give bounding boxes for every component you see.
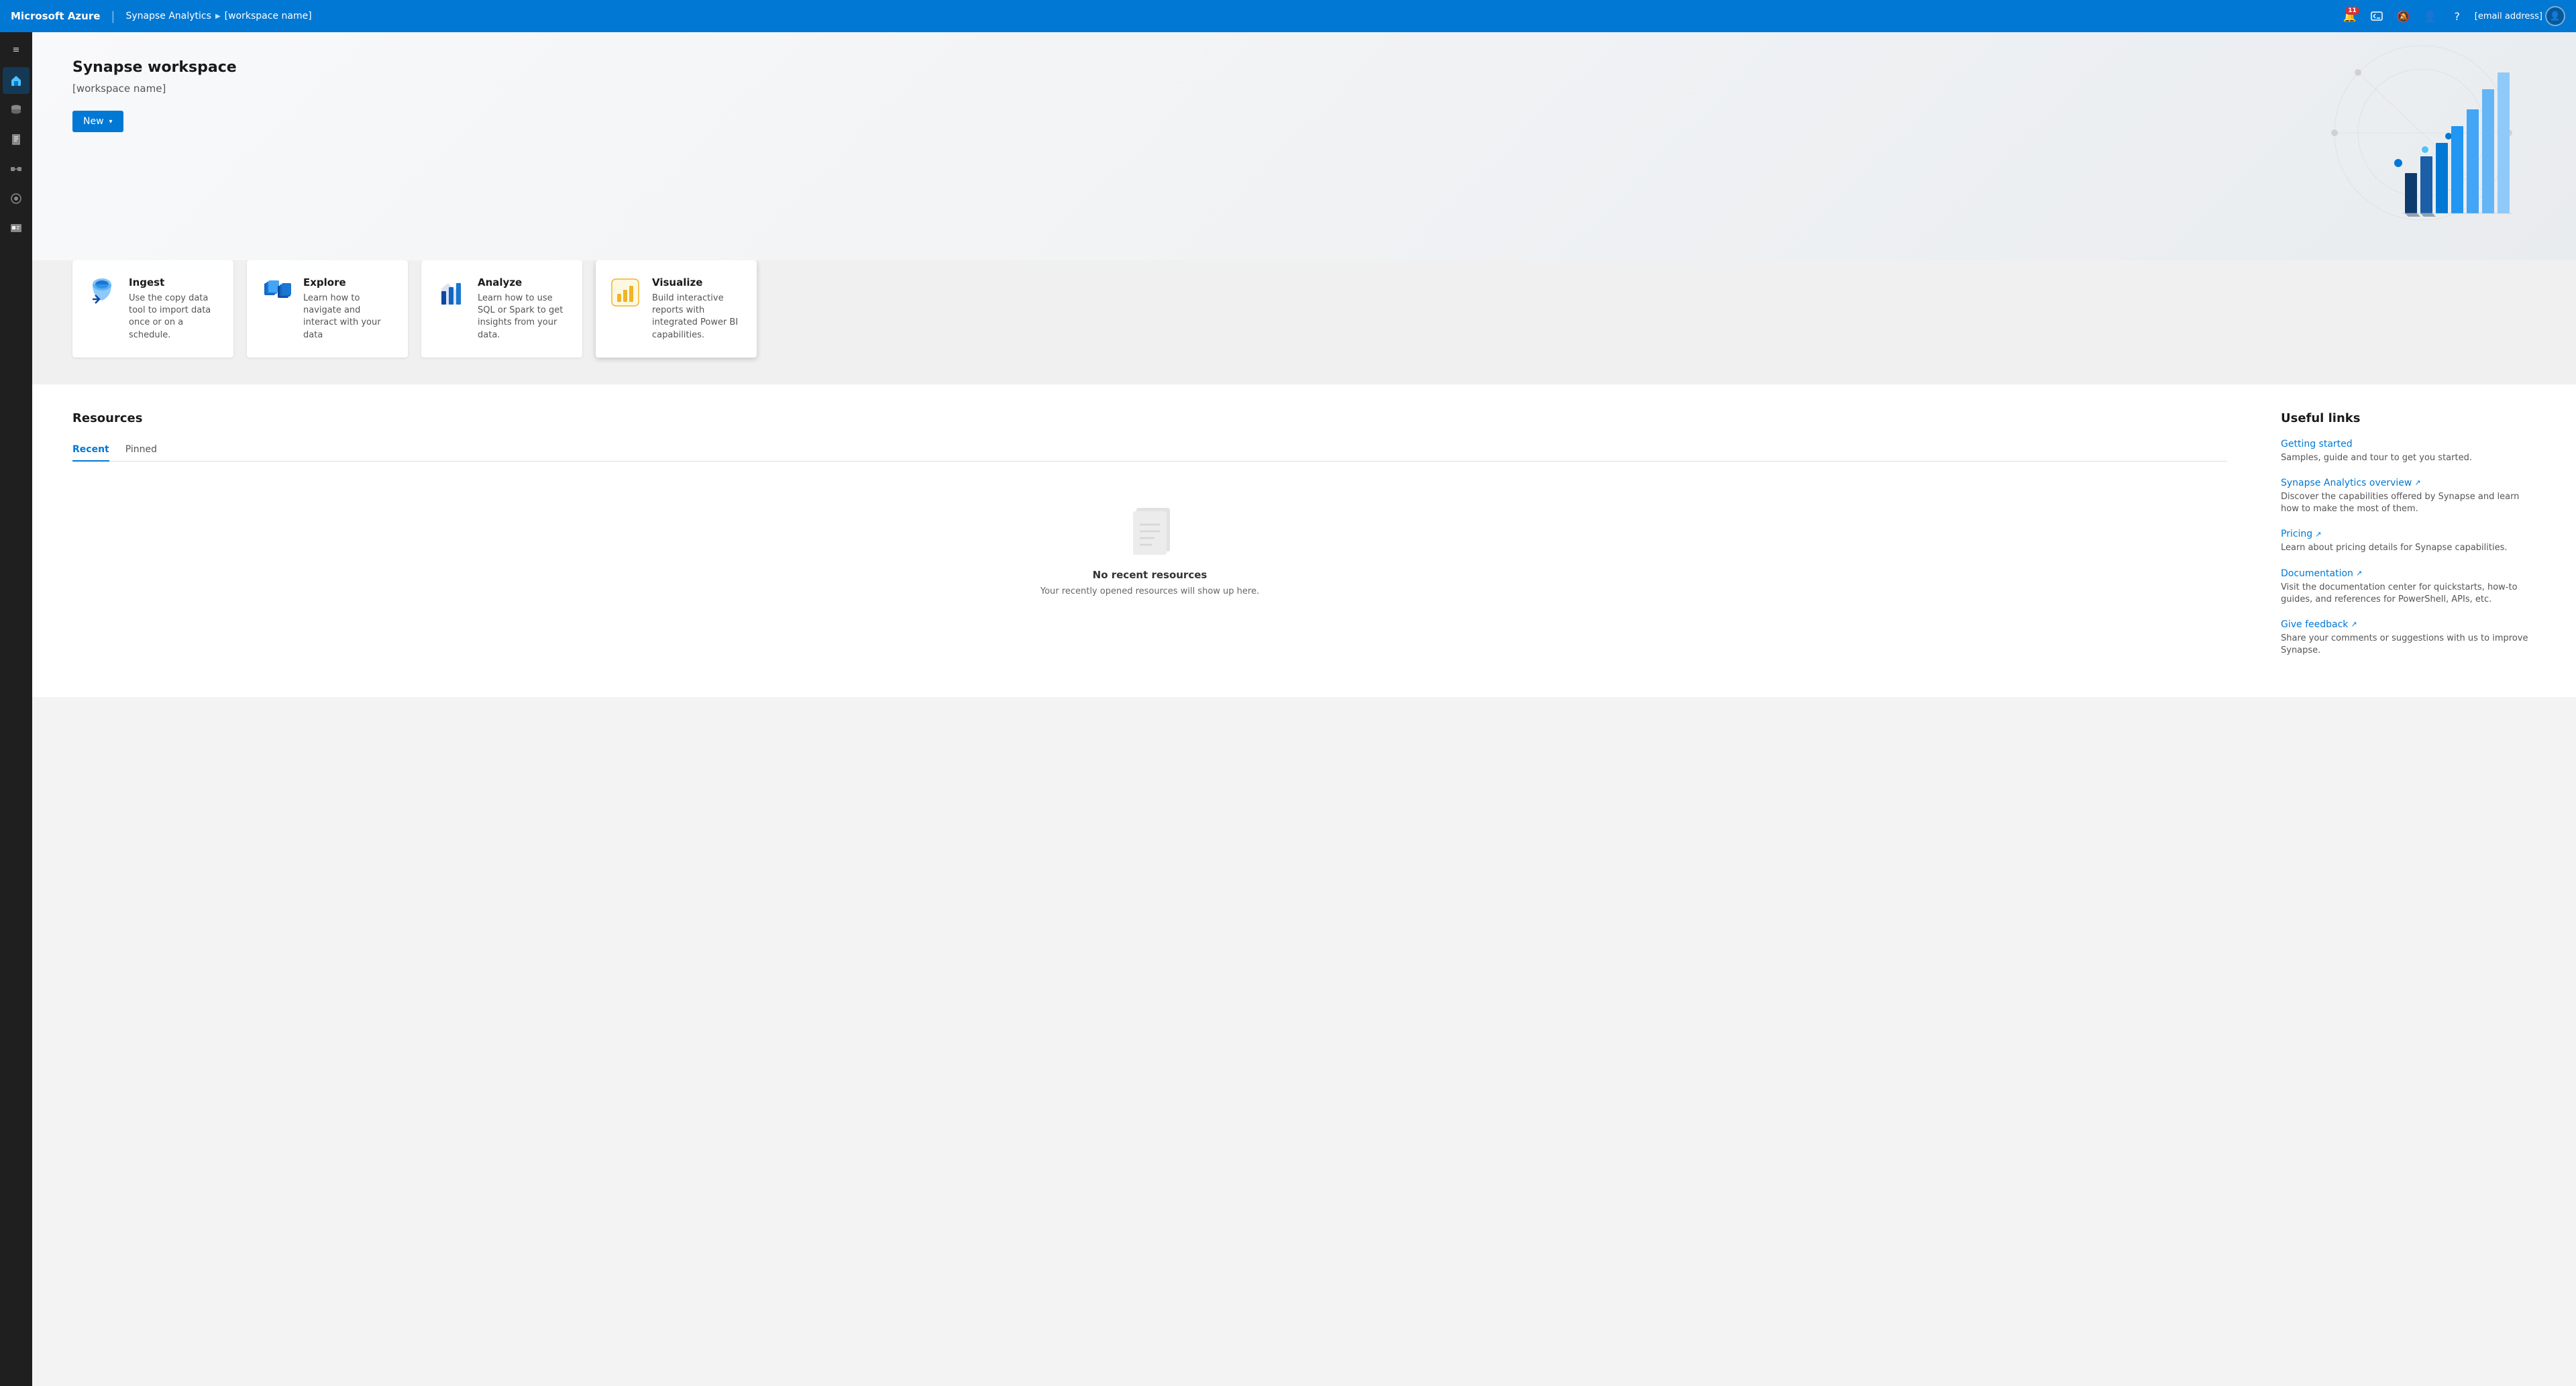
give-feedback-desc: Share your comments or suggestions with … [2281,633,2536,657]
hero-title: Synapse workspace [72,59,2536,76]
user-email: [email address] [2475,11,2542,21]
sidebar-toggle[interactable]: ≡ [4,38,28,62]
resources-tabs: Recent Pinned [72,439,2227,462]
useful-links-title: Useful links [2281,411,2536,425]
sidebar: ≡ [0,32,32,1386]
breadcrumb-chevron: ▶ [215,13,221,20]
notification-badge: 11 [2345,7,2359,15]
tab-pinned[interactable]: Pinned [125,439,157,462]
visualize-icon [609,276,641,309]
ingest-title: Ingest [129,276,220,288]
contact-button[interactable]: 👤 [2418,4,2443,28]
explore-card[interactable]: Explore Learn how to navigate and intera… [247,260,408,358]
synapse-overview-external-icon: ↗ [2414,478,2420,487]
hero-workspace-name: [workspace name] [72,83,2536,95]
documentation-link[interactable]: Documentation ↗ [2281,568,2536,579]
link-documentation: Documentation ↗ Visit the documentation … [2281,568,2536,606]
visualize-card[interactable]: Visualize Build interactive reports with… [596,260,757,358]
explore-title: Explore [303,276,394,288]
hero-section: Synapse workspace [workspace name] New ▾ [32,32,2576,260]
breadcrumb: Synapse Analytics ▶ [workspace name] [125,11,311,21]
give-feedback-external-icon: ↗ [2351,620,2357,629]
documentation-external-icon: ↗ [2356,569,2362,578]
service-label[interactable]: Synapse Analytics [125,11,211,21]
getting-started-desc: Samples, guide and tour to get you start… [2281,452,2536,464]
sidebar-item-notebooks[interactable] [3,126,30,153]
brand-label: Microsoft Azure [11,10,100,22]
ingest-card[interactable]: Ingest Use the copy data tool to import … [72,260,233,358]
new-button[interactable]: New ▾ [72,111,123,132]
pricing-external-icon: ↗ [2315,530,2321,539]
visualize-title: Visualize [652,276,743,288]
topbar: Microsoft Azure | Synapse Analytics ▶ [w… [0,0,2576,32]
analyze-card[interactable]: Analyze Learn how to use SQL or Spark to… [421,260,582,358]
analyze-title: Analyze [478,276,569,288]
cards-section: Ingest Use the copy data tool to import … [32,260,2576,384]
resources-column: Resources Recent Pinned No recent resour… [72,411,2227,671]
ingest-icon [86,276,118,309]
give-feedback-link[interactable]: Give feedback ↗ [2281,619,2536,630]
synapse-overview-desc: Discover the capabilities offered by Syn… [2281,491,2536,515]
topbar-right: 🔔 11 🔕 👤 ? [email address] 👤 [2338,4,2565,28]
sidebar-item-home[interactable] [3,67,30,94]
empty-desc: Your recently opened resources will show… [1040,586,1259,596]
user-avatar[interactable]: 👤 [2545,6,2565,26]
synapse-overview-link[interactable]: Synapse Analytics overview ↗ [2281,478,2536,488]
documentation-desc: Visit the documentation center for quick… [2281,582,2536,606]
useful-links-column: Useful links Getting started Samples, gu… [2281,411,2536,671]
analyze-desc: Learn how to use SQL or Spark to get ins… [478,292,569,341]
sidebar-item-manage[interactable] [3,215,30,242]
cards-row: Ingest Use the copy data tool to import … [72,260,2536,358]
empty-title: No recent resources [1093,569,1208,581]
pricing-link[interactable]: Pricing ↗ [2281,529,2536,539]
link-getting-started: Getting started Samples, guide and tour … [2281,439,2536,464]
explore-icon [260,276,292,309]
ingest-desc: Use the copy data tool to import data on… [129,292,220,341]
explore-desc: Learn how to navigate and interact with … [303,292,394,341]
cloud-shell-button[interactable] [2365,4,2389,28]
sidebar-item-monitor[interactable] [3,185,30,212]
sidebar-item-pipelines[interactable] [3,156,30,182]
new-button-chevron: ▾ [109,118,113,125]
resources-title: Resources [72,411,2227,425]
bell-button[interactable]: 🔕 [2392,4,2416,28]
app-container: ≡ Synapse workspace [workspace name] New… [0,32,2576,1386]
visualize-desc: Build interactive reports with integrate… [652,292,743,341]
link-pricing: Pricing ↗ Learn about pricing details fo… [2281,529,2536,554]
topbar-sep1: | [111,9,115,23]
link-synapse-overview: Synapse Analytics overview ↗ Discover th… [2281,478,2536,515]
analyze-icon [435,276,467,309]
pricing-desc: Learn about pricing details for Synapse … [2281,542,2536,554]
hero-chart [2294,39,2549,227]
getting-started-link[interactable]: Getting started [2281,439,2536,449]
empty-state-icon [1126,504,1173,558]
main-content: Synapse workspace [workspace name] New ▾ [32,32,2576,1386]
lower-section: Resources Recent Pinned No recent resour… [32,384,2576,698]
tab-recent[interactable]: Recent [72,439,109,462]
sidebar-item-database[interactable] [3,97,30,123]
link-give-feedback: Give feedback ↗ Share your comments or s… [2281,619,2536,657]
help-button[interactable]: ? [2445,4,2469,28]
empty-state: No recent resources Your recently opened… [72,478,2227,623]
workspace-breadcrumb: [workspace name] [225,11,312,21]
notifications-button[interactable]: 🔔 11 [2338,4,2362,28]
